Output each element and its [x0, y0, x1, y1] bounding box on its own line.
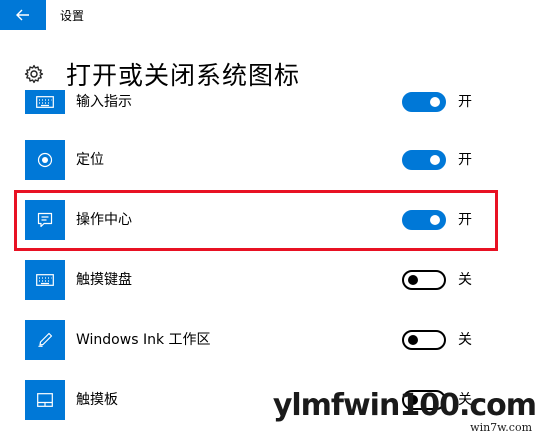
toggle-knob — [408, 335, 418, 345]
toggle-switch[interactable] — [402, 92, 446, 112]
back-arrow-icon — [16, 9, 29, 21]
toggle-knob — [430, 97, 440, 107]
toggle-switch[interactable] — [402, 210, 446, 230]
toggle-state: 关 — [458, 272, 472, 288]
list-item-touch-keyboard: 触摸键盘 关 — [0, 250, 544, 310]
list-item-windows-ink: Windows Ink 工作区 关 — [0, 310, 544, 370]
item-label: 输入指示 — [76, 94, 132, 110]
keyboard-icon — [25, 260, 65, 300]
list-item-input-indicator: 输入指示 开 — [0, 90, 544, 114]
gear-icon — [24, 64, 44, 84]
action-center-icon — [25, 200, 65, 240]
touchpad-icon — [25, 380, 65, 420]
back-button[interactable] — [0, 0, 46, 30]
item-label: 触摸键盘 — [76, 272, 132, 288]
toggle-switch[interactable] — [402, 150, 446, 170]
watermark-line2: win7w.com — [470, 421, 532, 434]
toggle-knob — [408, 275, 418, 285]
page-header: 打开或关闭系统图标 — [24, 58, 300, 90]
list-item-location: 定位 开 — [0, 130, 544, 190]
item-label: Windows Ink 工作区 — [76, 332, 211, 348]
toggle-switch[interactable] — [402, 330, 446, 350]
toggle-knob — [430, 155, 440, 165]
watermark-line1: ylmfwin100.com — [272, 388, 537, 423]
item-label: 定位 — [76, 152, 104, 168]
toggle-switch[interactable] — [402, 270, 446, 290]
watermark: ylmfwin100.com win7w.com — [272, 388, 537, 434]
toggle-state: 关 — [458, 332, 472, 348]
page-title: 打开或关闭系统图标 — [66, 61, 301, 90]
item-label: 触摸板 — [76, 392, 118, 408]
pen-icon — [25, 320, 65, 360]
toggle-state: 开 — [458, 212, 472, 228]
toggle-knob — [430, 215, 440, 225]
toggle-state: 开 — [458, 94, 472, 110]
list-item-action-center: 操作中心 开 — [0, 190, 544, 250]
toggle-state: 开 — [458, 152, 472, 168]
keyboard-icon — [25, 90, 65, 114]
item-label: 操作中心 — [76, 212, 132, 228]
title-bar: 设置 — [0, 0, 544, 30]
scrolled-row-clip: 输入指示 开 — [0, 90, 544, 114]
app-title: 设置 — [60, 9, 85, 23]
location-icon — [25, 140, 65, 180]
